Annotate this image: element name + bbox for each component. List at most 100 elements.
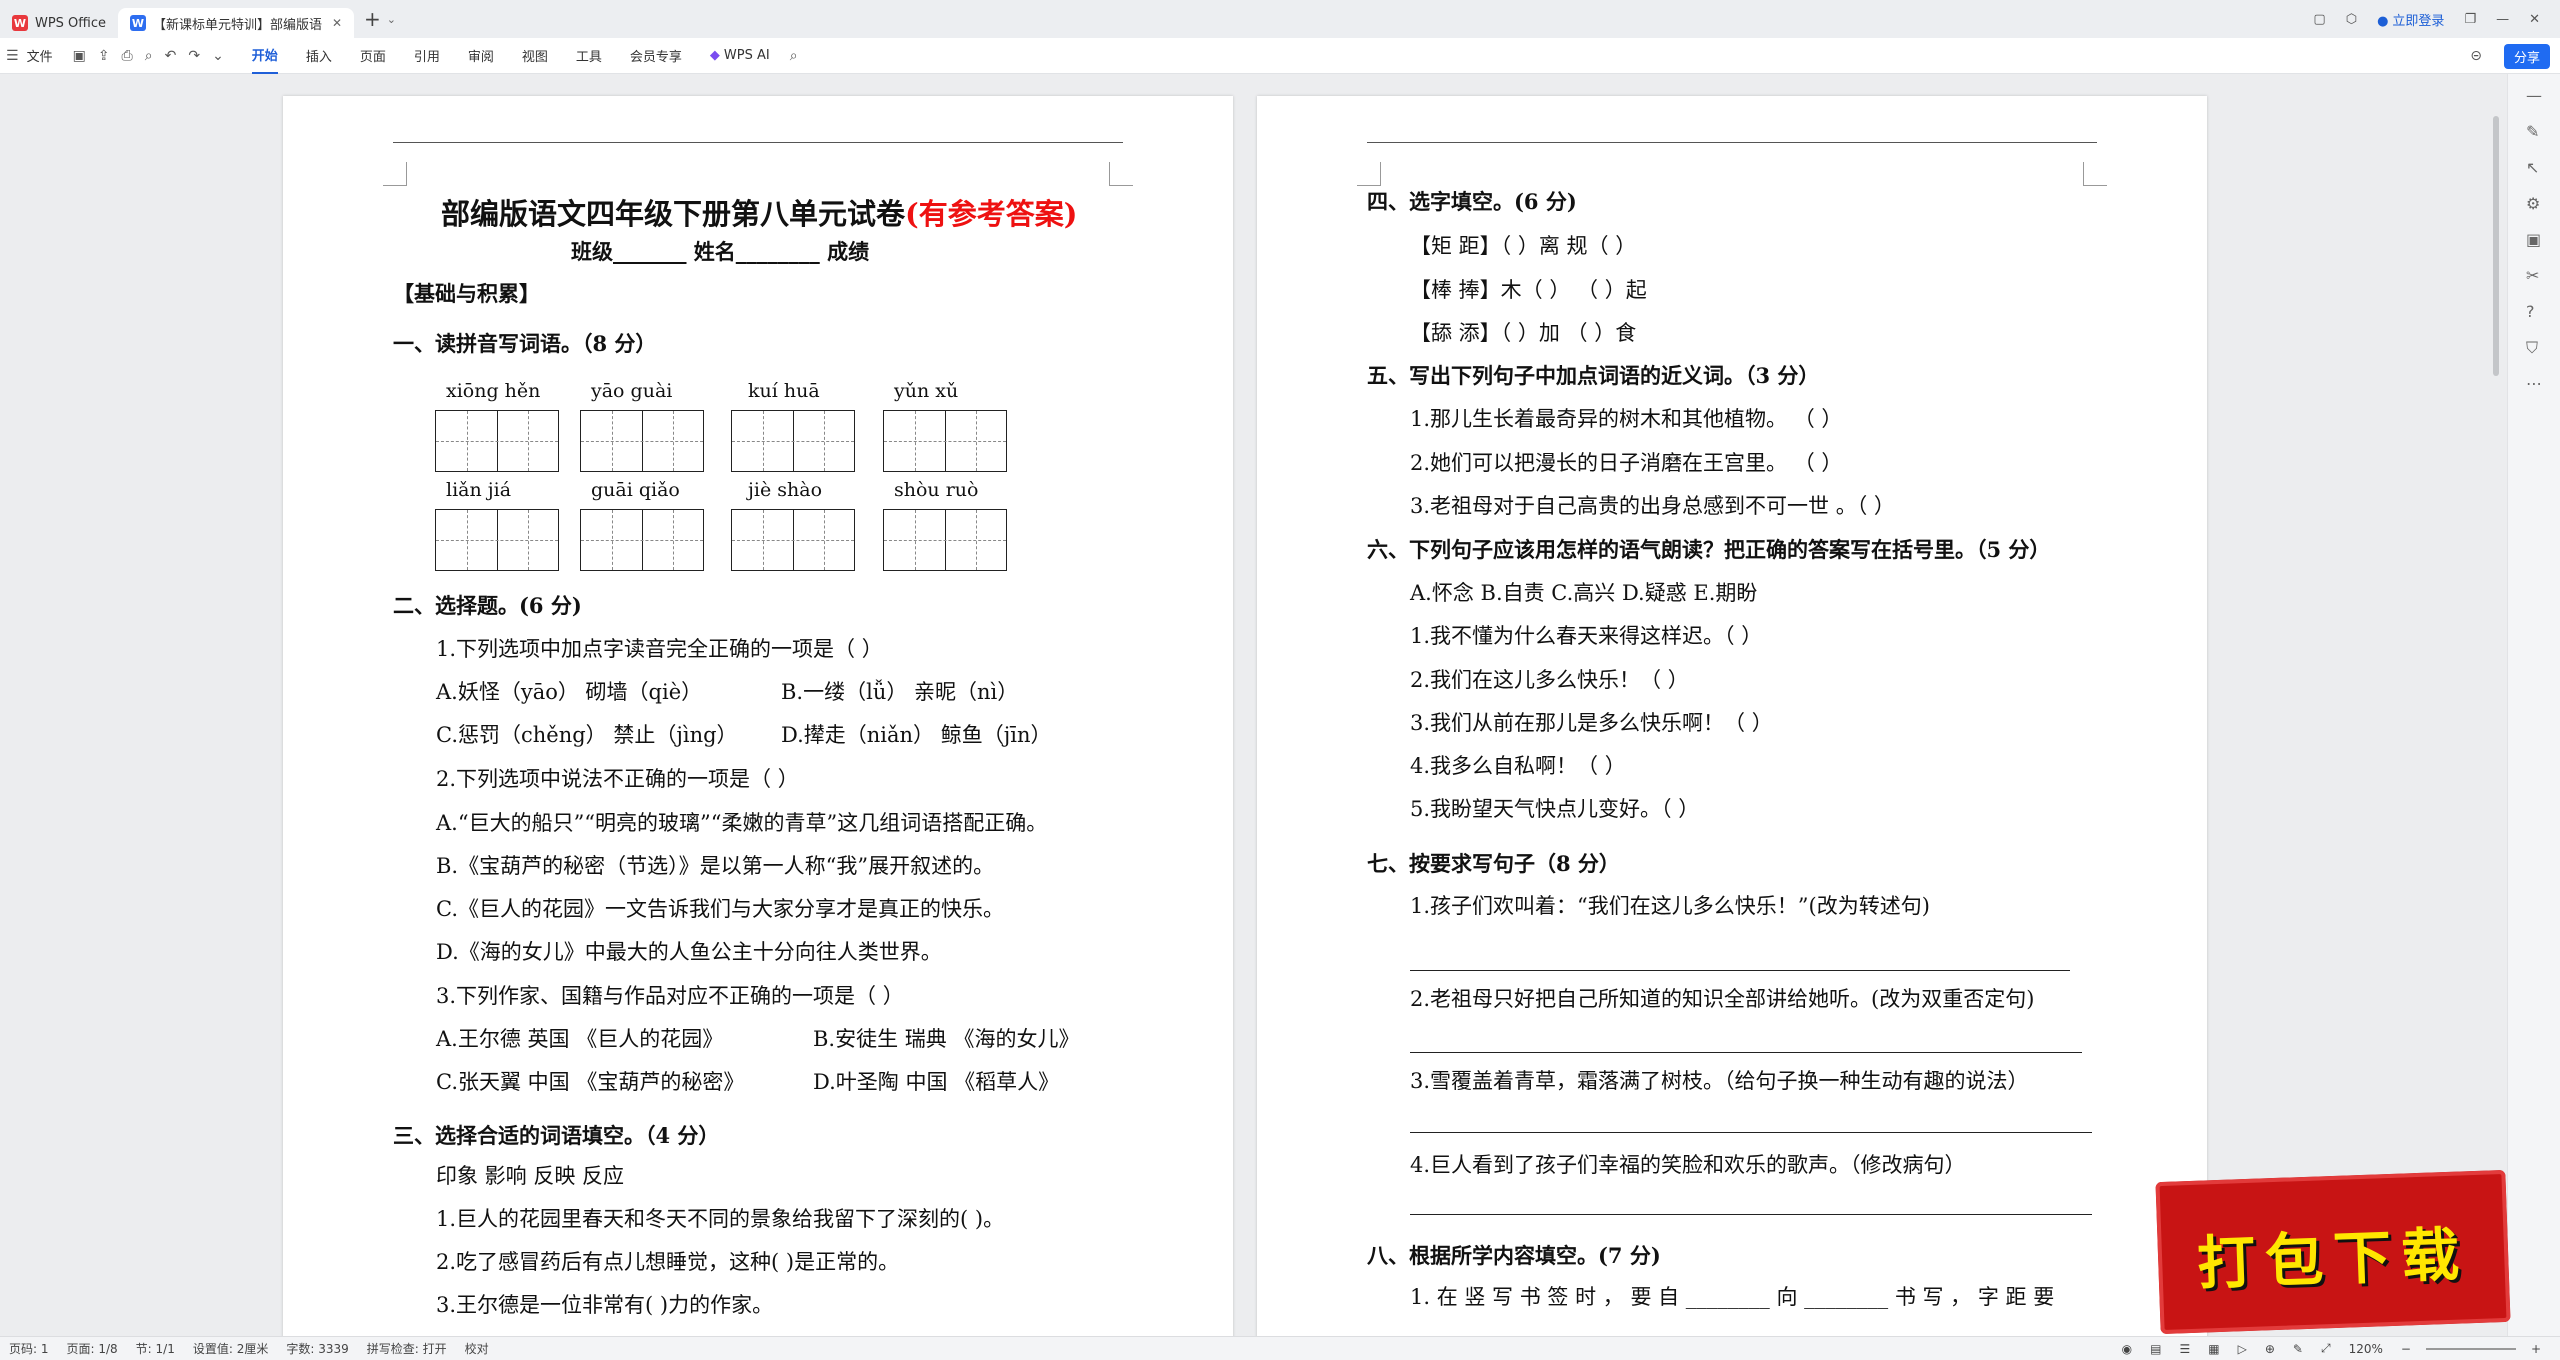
answer-line[interactable]	[1410, 1132, 2092, 1133]
tab-references[interactable]: 引用	[414, 38, 440, 74]
web-view-icon[interactable]: ⊕	[2265, 1342, 2275, 1356]
window-layout-icon[interactable]: ▢	[2313, 12, 2325, 27]
basics-heading: 【基础与积累】	[393, 281, 540, 306]
pinyin-label: jiè shào	[748, 479, 823, 501]
writing-grid[interactable]	[731, 509, 855, 571]
redo-icon[interactable]: ↷	[188, 48, 200, 64]
tab-page[interactable]: 页面	[360, 38, 386, 74]
title-bar: W WPS Office W 【新课标单元特训】部编版语 ✕ + ⌄ ▢ ⬡ ●…	[0, 0, 2560, 38]
menu-icon[interactable]: ☰	[6, 48, 19, 64]
question-text: 3.雪覆盖着青草，霜落满了树枝。（给句子换一种生动有趣的说法）	[1410, 1069, 2029, 1093]
fit-icon[interactable]: ⤢	[2321, 1341, 2331, 1356]
status-bar: 页码: 1 页面: 1/8 节: 1/1 设置值: 2厘米 字数: 3339 拼…	[0, 1336, 2560, 1360]
zoom-out-icon[interactable]: −	[2401, 1342, 2411, 1356]
option-text: B.《宝葫芦的秘密（节选）》是以第一人称“我”展开叙述的。	[436, 854, 995, 878]
tab-document[interactable]: W 【新课标单元特训】部编版语 ✕	[118, 8, 354, 38]
zoom-level[interactable]: 120%	[2349, 1342, 2383, 1356]
page-view-icon[interactable]: ▤	[2150, 1342, 2161, 1356]
writing-grid[interactable]	[731, 410, 855, 472]
file-menu[interactable]: 文件	[27, 38, 53, 74]
tab-review[interactable]: 审阅	[468, 38, 494, 74]
close-tab-icon[interactable]: ✕	[332, 16, 342, 30]
status-spell-check[interactable]: 拼写检查: 打开	[367, 1340, 447, 1357]
section-2-heading: 二、选择题。(6 分)	[393, 593, 582, 618]
question-text: 【棒 捧】木（ ） （ ）起	[1410, 278, 1647, 302]
tools-icon[interactable]: ✂	[2526, 266, 2539, 285]
writing-grid[interactable]	[580, 410, 704, 472]
answer-line[interactable]	[1410, 970, 2070, 971]
pen-icon[interactable]: ✎	[2526, 122, 2539, 141]
writing-grid[interactable]	[883, 509, 1007, 571]
layout-view-icon[interactable]: ▦	[2208, 1342, 2219, 1356]
answer-line[interactable]	[1410, 1052, 2082, 1053]
question-text: 3.下列作家、国籍与作品对应不正确的一项是（ ）	[436, 984, 904, 1008]
tab-view[interactable]: 视图	[522, 38, 548, 74]
option-text: A.怀念 B.自责 C.高兴 D.疑惑 E.期盼	[1410, 581, 1758, 605]
restore-window-icon[interactable]: ❐	[2464, 12, 2476, 27]
eye-icon[interactable]: ◉	[2122, 1342, 2132, 1356]
status-proofread[interactable]: 校对	[465, 1340, 489, 1357]
tab-home[interactable]: 开始	[251, 38, 278, 74]
writing-grid[interactable]	[435, 509, 559, 571]
wps-ai-button[interactable]: ◆ WPS AI	[710, 38, 770, 74]
undo-icon[interactable]: ↶	[165, 48, 177, 64]
collapse-icon[interactable]: —	[2526, 86, 2542, 105]
status-setting[interactable]: 设置值: 2厘米	[193, 1340, 269, 1357]
minimize-icon[interactable]: —	[2496, 12, 2509, 27]
writing-grid[interactable]	[883, 410, 1007, 472]
section-6-heading: 六、下列句子应该用怎样的语气朗读？把正确的答案写在括号里。（5 分）	[1367, 537, 2051, 562]
search-icon[interactable]: ⌕	[790, 48, 798, 64]
status-pages[interactable]: 页面: 1/8	[67, 1340, 118, 1357]
print-icon[interactable]: ⎙	[122, 48, 133, 64]
question-text: 1. 在 竖 写 书 签 时 ， 要 自 ________ 向 ________…	[1410, 1285, 2055, 1309]
tab-tools[interactable]: 工具	[576, 38, 602, 74]
status-word-count[interactable]: 字数: 3339	[286, 1340, 348, 1357]
more-icon[interactable]: ⋯	[2526, 374, 2542, 393]
tab-insert[interactable]: 插入	[306, 38, 332, 74]
section-8-heading: 八、根据所学内容填空。(7 分)	[1367, 1243, 1661, 1268]
question-text: 4.我多么自私啊！（ ）	[1410, 754, 1626, 778]
more-chevron-icon[interactable]: ⌄	[212, 48, 224, 64]
writing-grid[interactable]	[580, 509, 704, 571]
question-text: 1.孩子们欢叫着：“我们在这儿多么快乐！”(改为转述句)	[1410, 894, 1930, 918]
user-icon: ●	[2377, 13, 2389, 29]
status-section[interactable]: 节: 1/1	[136, 1340, 175, 1357]
shirt-icon[interactable]: ⛉	[2526, 338, 2538, 358]
writing-grid[interactable]	[435, 410, 559, 472]
outline-view-icon[interactable]: ☰	[2179, 1342, 2190, 1356]
collab-icon[interactable]: ⊝	[2470, 48, 2482, 64]
tab-wps-home[interactable]: W WPS Office	[0, 8, 118, 38]
close-window-icon[interactable]: ✕	[2529, 12, 2540, 27]
tab-list-chevron-icon[interactable]: ⌄	[387, 13, 396, 26]
cube-icon[interactable]: ⬡	[2346, 12, 2357, 27]
settings-icon[interactable]: ⚙	[2526, 194, 2540, 213]
wps-logo-icon: W	[12, 15, 28, 31]
save-icon[interactable]: ▣	[73, 48, 86, 64]
pointer-icon[interactable]: ↖	[2526, 158, 2539, 177]
download-banner[interactable]: 打包下载	[2155, 1169, 2511, 1335]
vertical-scrollbar[interactable]	[2491, 74, 2501, 1336]
document-page-2[interactable]: 四、选字填空。(6 分) 【矩 距】（ ）离 规（ ） 【棒 捧】木（ ） （ …	[1257, 96, 2207, 1336]
scrollbar-thumb[interactable]	[2493, 116, 2499, 376]
tab-member[interactable]: 会员专享	[630, 38, 682, 74]
new-tab-icon[interactable]: +	[364, 7, 381, 31]
document-page-1[interactable]: 部编版语文四年级下册第八单元试卷(有参考答案) 班级_______ 姓名____…	[283, 96, 1233, 1336]
question-text: 1.我不懂为什么春天来得这样迟。（ ）	[1410, 624, 1763, 648]
document-workspace[interactable]: 部编版语文四年级下册第八单元试卷(有参考答案) 班级_______ 姓名____…	[0, 74, 2560, 1336]
question-text: 2.我们在这儿多么快乐！（ ）	[1410, 668, 1689, 692]
image-icon[interactable]: ▣	[2526, 230, 2541, 249]
edit-icon[interactable]: ✎	[2293, 1342, 2303, 1356]
play-icon[interactable]: ▷	[2238, 1342, 2247, 1356]
export-icon[interactable]: ⇪	[98, 48, 110, 64]
help-icon[interactable]: ?	[2526, 302, 2535, 321]
print-preview-icon[interactable]: ⌕	[145, 48, 153, 64]
share-button[interactable]: 分享	[2503, 44, 2550, 69]
section-4-heading: 四、选字填空。(6 分)	[1367, 189, 1577, 214]
option-text: A.王尔德 英国 《巨人的花园》	[436, 1027, 724, 1051]
zoom-slider[interactable]	[2425, 1347, 2516, 1350]
status-page[interactable]: 页码: 1	[9, 1340, 49, 1357]
answer-line[interactable]	[1410, 1214, 2092, 1215]
zoom-in-icon[interactable]: +	[2531, 1342, 2541, 1356]
question-text: 2.她们可以把漫长的日子消磨在王宫里。 （ ）	[1410, 451, 1843, 475]
login-link[interactable]: ● 立即登录	[2377, 10, 2444, 29]
